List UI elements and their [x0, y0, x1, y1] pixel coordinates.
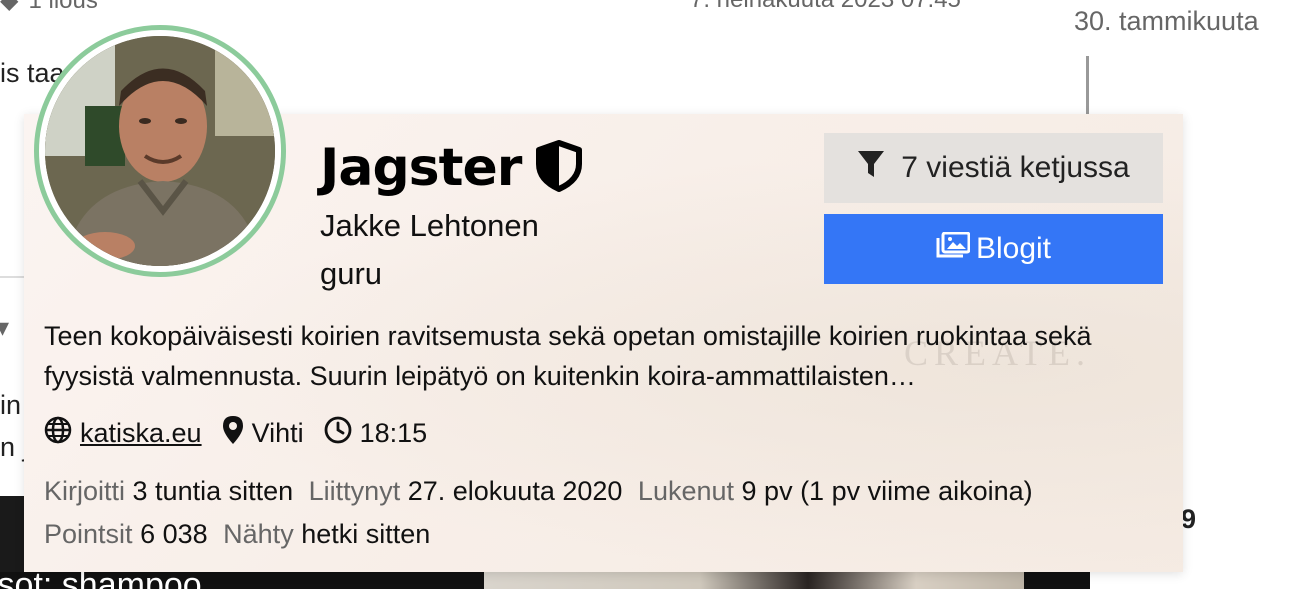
background-post-date: 7. heinäkuuta 2023 07.45: [690, 0, 961, 14]
blog-button-label: Blogit: [975, 232, 1052, 265]
profile-name-row: Jagster: [320, 138, 583, 198]
profile-local-time: 18:15: [324, 416, 428, 451]
background-photo: [484, 572, 1024, 589]
profile-real-name: Jakke Lehtonen: [320, 208, 539, 243]
clock-icon: [324, 416, 352, 451]
stat-points-value: 6 038: [140, 519, 208, 549]
globe-icon: [44, 416, 72, 451]
profile-username[interactable]: Jagster: [320, 138, 522, 198]
stat-last-posted-label: Kirjoitti: [44, 476, 126, 506]
background-post-meta: ◆ 1 ilous: [0, 0, 98, 15]
profile-location: Vihti: [222, 415, 304, 452]
background-reply-icon: ◆: [0, 0, 19, 14]
stat-read-time: Lukenut 9 pv (1 pv viime aikoina): [638, 476, 1033, 506]
profile-website: katiska.eu: [44, 416, 202, 451]
profile-bio: Teen kokopäiväisesti koirien ravitsemust…: [44, 321, 1092, 391]
website-link[interactable]: katiska.eu: [80, 418, 202, 449]
stat-last-seen-label: Nähty: [223, 519, 294, 549]
user-avatar[interactable]: [34, 25, 286, 277]
stat-read-time-label: Lukenut: [637, 476, 735, 506]
map-pin-icon: [222, 415, 244, 452]
stat-joined-label: Liittynyt: [308, 476, 401, 506]
avatar-photo: [45, 36, 275, 266]
shield-half-icon: [535, 139, 583, 197]
stat-last-seen: Nähty hetki sitten: [223, 519, 430, 549]
background-post-icon: ▾: [0, 312, 10, 342]
stat-joined-value: 27. elokuuta 2020: [407, 476, 623, 506]
timeline-date-label[interactable]: 30. tammikuuta: [1074, 6, 1259, 37]
background-image-strip: isot: shampoo: [0, 572, 1090, 589]
background-image-caption: isot: shampoo: [0, 572, 202, 589]
stat-last-seen-value: hetki sitten: [301, 519, 431, 549]
background-top-left-text: 1 ilous: [28, 0, 98, 14]
filter-icon: [857, 149, 885, 187]
stat-last-posted-value[interactable]: 3 tuntia sitten: [133, 476, 294, 506]
stat-points-label: Pointsit: [44, 519, 133, 549]
stat-points: Pointsit 6 038: [44, 519, 215, 549]
background-post-text-2: in: [0, 390, 22, 420]
filter-posts-button[interactable]: 7 viestiä ketjussa: [824, 133, 1163, 203]
images-icon: [936, 231, 971, 266]
stat-joined: Liittynyt 27. elokuuta 2020: [309, 476, 630, 506]
profile-meta-row: katiska.eu Vihti 18:15: [44, 415, 447, 452]
profile-stats: Kirjoitti 3 tuntia sitten Liittynyt 27. …: [44, 470, 1154, 556]
filter-posts-label: 7 viestiä ketjussa: [901, 151, 1130, 184]
profile-user-title: guru: [320, 256, 383, 291]
local-time-text: 18:15: [359, 418, 428, 448]
blog-button[interactable]: Blogit: [824, 214, 1163, 284]
stat-last-posted: Kirjoitti 3 tuntia sitten: [44, 476, 301, 506]
stat-read-time-value: 9 pv (1 pv viime aikoina): [741, 476, 1033, 506]
location-text: Vihti: [251, 418, 304, 448]
